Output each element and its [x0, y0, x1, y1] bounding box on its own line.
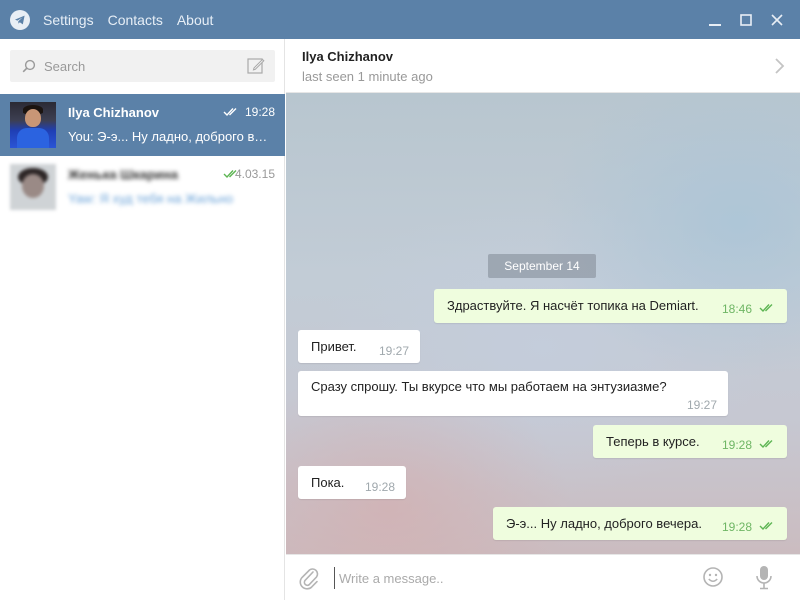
date-badge: September 14: [488, 254, 596, 278]
dialog-item[interactable]: Женька Шкарина 4.03.15 Yaw: Я худ тебя н…: [0, 156, 285, 218]
peer-name: Ilya Chizhanov: [302, 49, 394, 64]
close-button[interactable]: [761, 0, 792, 39]
message-text: Здраствуйте. Я насчёт топика на Demiart.: [447, 298, 699, 313]
dialogs-panel: Ilya Chizhanov 19:28 You: Э-э... Ну ладн…: [0, 39, 285, 600]
message-bubble-outgoing[interactable]: Э-э... Ну ладно, доброго вечера. 19:28: [493, 507, 787, 540]
message-bubble-incoming[interactable]: Привет. 19:27: [298, 330, 420, 363]
message-input[interactable]: [334, 567, 674, 589]
close-icon: [770, 13, 783, 26]
dialog-item[interactable]: Ilya Chizhanov 19:28 You: Э-э... Ну ладн…: [0, 94, 285, 156]
message-bubble-incoming[interactable]: Сразу спрошу. Ты вкурсе что мы работаем …: [298, 371, 728, 416]
search-box[interactable]: [10, 50, 275, 82]
double-check-icon: [223, 108, 237, 117]
avatar: [10, 164, 56, 210]
avatar: [10, 102, 56, 148]
telegram-plane-icon[interactable]: [10, 9, 30, 30]
dialog-time: 4.03.15: [234, 167, 275, 181]
message-text: Сразу спрошу. Ты вкурсе что мы работаем …: [311, 379, 667, 394]
message-time: 19:28: [722, 438, 753, 452]
double-check-icon: [759, 522, 773, 531]
window-controls: [699, 0, 792, 39]
message-history[interactable]: September 14 Здраствуйте. Я насчёт топик…: [286, 93, 800, 554]
microphone-icon[interactable]: [754, 565, 774, 591]
emoji-icon[interactable]: [702, 566, 724, 588]
message-text: Теперь в курсе.: [606, 434, 700, 449]
chat-header[interactable]: Ilya Chizhanov last seen 1 minute ago: [286, 39, 800, 93]
title-bar: Settings Contacts About: [0, 0, 800, 39]
message-time: 19:28: [722, 520, 753, 534]
search-icon: [22, 59, 36, 73]
message-time: 19:27: [379, 344, 410, 358]
dialog-preview: You: Э-э... Ну ладно, доброго вечера.: [68, 129, 273, 144]
minimize-icon: [708, 23, 721, 26]
paperclip-icon[interactable]: [298, 566, 320, 590]
maximize-icon: [739, 13, 752, 26]
double-check-icon: [759, 304, 773, 313]
dialog-time: 19:28: [244, 105, 275, 119]
menu-settings[interactable]: Settings: [43, 12, 94, 28]
dialog-name: Женька Шкарина: [68, 167, 178, 182]
message-text: Э-э... Ну ладно, доброго вечера.: [506, 516, 702, 531]
message-time: 19:28: [365, 480, 396, 494]
minimize-button[interactable]: [699, 0, 730, 39]
dialog-list: Ilya Chizhanov 19:28 You: Э-э... Ну ладн…: [0, 94, 285, 218]
chevron-right-icon[interactable]: [774, 57, 786, 75]
menu-contacts[interactable]: Contacts: [108, 12, 163, 28]
maximize-button[interactable]: [730, 0, 761, 39]
message-time: 18:46: [722, 302, 753, 316]
compose-icon[interactable]: [247, 57, 265, 75]
dialog-name: Ilya Chizhanov: [68, 105, 160, 120]
message-bubble-incoming[interactable]: Пока. 19:28: [298, 466, 406, 499]
double-check-icon: [759, 440, 773, 449]
peer-status: last seen 1 minute ago: [302, 69, 433, 84]
search-input[interactable]: [44, 58, 224, 74]
message-text: Привет.: [311, 339, 357, 354]
menu-about[interactable]: About: [177, 12, 214, 28]
message-bubble-outgoing[interactable]: Здраствуйте. Я насчёт топика на Demiart.…: [434, 289, 787, 323]
message-bubble-outgoing[interactable]: Теперь в курсе. 19:28: [593, 425, 787, 458]
message-text: Пока.: [311, 475, 345, 490]
message-composer: [286, 554, 800, 600]
dialog-preview: Yaw: Я худ тебя на Жильно: [68, 191, 234, 206]
message-time: 19:27: [687, 398, 718, 412]
